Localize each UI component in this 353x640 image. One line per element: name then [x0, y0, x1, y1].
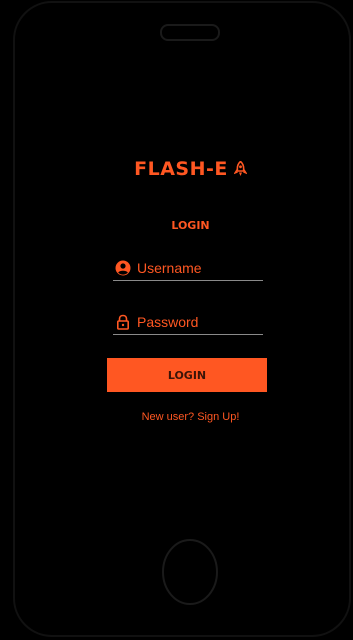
signup-link[interactable]: New user? Sign Up! — [39, 411, 342, 423]
brand-name: FLASH-E — [134, 158, 228, 180]
login-heading: LOGIN — [171, 219, 210, 232]
username-input[interactable] — [137, 258, 261, 278]
screen: FLASH-E LOGIN Username LOGIN New user? S… — [39, 64, 342, 499]
password-field[interactable] — [113, 312, 263, 335]
login-button[interactable]: LOGIN — [107, 358, 267, 392]
user-circle-icon — [115, 260, 131, 276]
rocket-icon — [233, 160, 248, 182]
lock-icon — [115, 314, 131, 330]
app-brand: FLASH-E — [39, 158, 342, 182]
password-input[interactable] — [137, 312, 261, 332]
username-field[interactable] — [113, 258, 263, 281]
